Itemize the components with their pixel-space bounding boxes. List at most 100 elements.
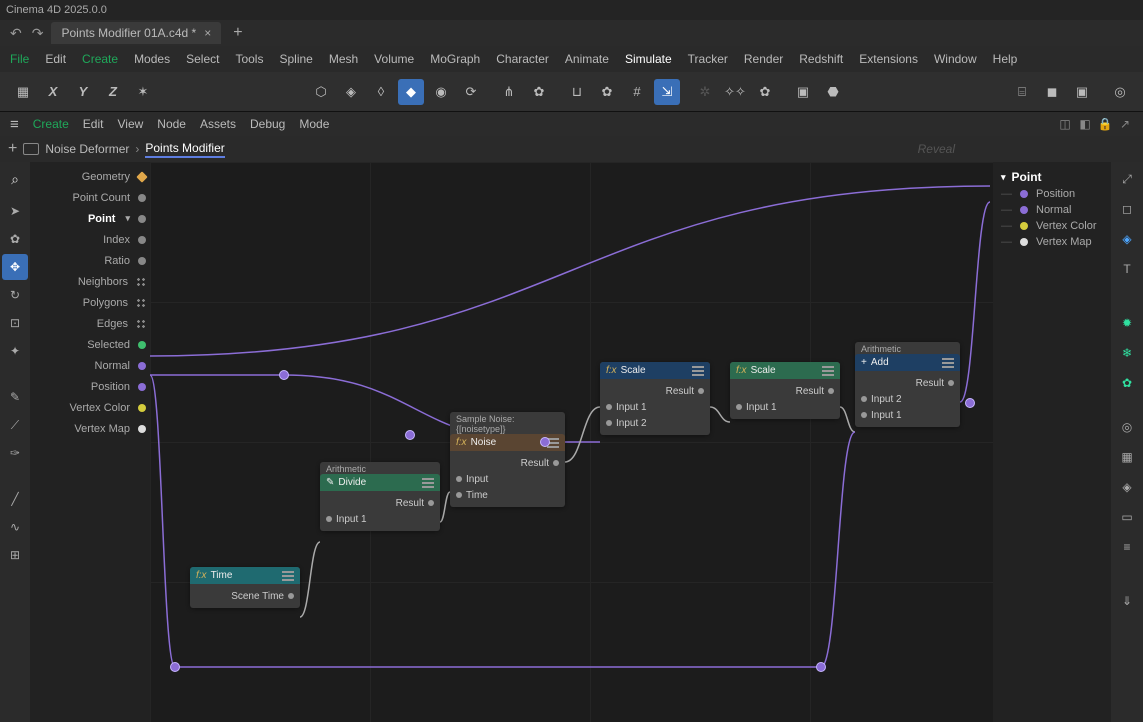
gear-right-icon[interactable]: ✿	[1114, 370, 1140, 396]
menu-redshift[interactable]: Redshift	[799, 52, 843, 66]
output-group-header[interactable]: ▾ Point	[993, 168, 1111, 186]
menu-create[interactable]: Create	[82, 52, 118, 66]
magnet-icon[interactable]: ⊔	[564, 79, 590, 105]
clip-icon[interactable]: ▭	[1114, 504, 1140, 530]
add-icon[interactable]: +	[8, 140, 17, 158]
axis-y[interactable]: Y	[70, 79, 96, 105]
editor-menu-assets[interactable]: Assets	[200, 117, 236, 131]
butterfly-icon[interactable]: ✧✧	[722, 79, 748, 105]
input-port-row[interactable]: Vertex Color	[30, 397, 150, 418]
editor-menu-mode[interactable]: Mode	[299, 117, 329, 131]
pen-tool-icon[interactable]: ✎	[2, 384, 28, 410]
menu-render[interactable]: Render	[744, 52, 783, 66]
sculpt-tool-icon[interactable]: ✑	[2, 440, 28, 466]
menu-animate[interactable]: Animate	[565, 52, 609, 66]
gear-icon[interactable]: ✿	[526, 79, 552, 105]
node-menu-icon[interactable]	[422, 478, 434, 488]
shape-icon[interactable]: ◊	[368, 79, 394, 105]
expand-icon[interactable]: ⤢	[1114, 166, 1140, 192]
panel-icon-1[interactable]: ◫	[1057, 116, 1073, 132]
panel-icon-2[interactable]: ◧	[1077, 116, 1093, 132]
brush-tool-icon[interactable]: ⟋	[2, 412, 28, 438]
menu-mesh[interactable]: Mesh	[329, 52, 358, 66]
arrow-tool-icon[interactable]: ➤	[2, 198, 28, 224]
wire-junction[interactable]	[965, 398, 975, 408]
input-port-row[interactable]: Edges	[30, 313, 150, 334]
node-scale1[interactable]: f:xScaleResultInput 1Input 2	[600, 362, 710, 435]
menu-edit[interactable]: Edit	[45, 52, 66, 66]
menu-tracker[interactable]: Tracker	[688, 52, 728, 66]
popout-icon[interactable]: ↗	[1117, 116, 1133, 132]
output-port-row[interactable]: —Position	[993, 186, 1111, 202]
refresh-icon[interactable]: ⟳	[458, 79, 484, 105]
tag-icon[interactable]	[23, 143, 39, 155]
disc-icon[interactable]: ◉	[428, 79, 454, 105]
editor-menu-create[interactable]: Create	[33, 117, 69, 131]
breadcrumb-root[interactable]: Noise Deformer	[45, 142, 129, 156]
target-icon[interactable]: ◎	[1114, 414, 1140, 440]
editor-menu-debug[interactable]: Debug	[250, 117, 285, 131]
input-port-row[interactable]: Position	[30, 376, 150, 397]
menu-tools[interactable]: Tools	[235, 52, 263, 66]
reveal-input[interactable]: Reveal	[918, 142, 1135, 156]
menu-extensions[interactable]: Extensions	[859, 52, 918, 66]
hamburger-icon[interactable]: ≡	[10, 116, 19, 133]
axis-all-icon[interactable]: ✶	[130, 79, 156, 105]
node-header[interactable]: +Add	[855, 354, 960, 371]
node-add[interactable]: Arithmetic+AddResultInput 2Input 1	[855, 342, 960, 427]
node-header[interactable]: f:xScale	[600, 362, 710, 379]
grid-tool-icon[interactable]: ⊞	[2, 542, 28, 568]
editor-menu-edit[interactable]: Edit	[83, 117, 104, 131]
link-icon[interactable]: ◈	[1114, 474, 1140, 500]
input-port-row[interactable]: Normal	[30, 355, 150, 376]
snap-icon[interactable]: ⇲	[654, 79, 680, 105]
new-tab-button[interactable]: +	[227, 24, 248, 42]
cube-shelf-icon[interactable]: ◈	[1114, 226, 1140, 252]
axis-z[interactable]: Z	[100, 79, 126, 105]
input-port-row[interactable]: Point▾	[30, 208, 150, 229]
down-icon[interactable]: ⇓	[1114, 588, 1140, 614]
layout-icon[interactable]: ▦	[10, 79, 36, 105]
wire-junction[interactable]	[540, 437, 550, 447]
node-menu-icon[interactable]	[282, 571, 294, 581]
input-port-row[interactable]: Ratio	[30, 250, 150, 271]
snap-gear-icon[interactable]: ✿	[594, 79, 620, 105]
spread-icon[interactable]: ⋔	[496, 79, 522, 105]
document-tab[interactable]: Points Modifier 01A.c4d * ×	[51, 22, 221, 44]
render-icon[interactable]: ▣	[790, 79, 816, 105]
transform-tool-icon[interactable]: ✦	[2, 338, 28, 364]
keys-icon[interactable]: ◼	[1039, 79, 1065, 105]
snow-icon[interactable]: ❄	[1114, 340, 1140, 366]
axis-x[interactable]: X	[40, 79, 66, 105]
input-port-row[interactable]: Polygons	[30, 292, 150, 313]
gear-tool-icon[interactable]: ✿	[2, 226, 28, 252]
node-divide[interactable]: Arithmetic✎DivideResultInput 1	[320, 462, 440, 531]
knife-tool-icon[interactable]: ╱	[2, 486, 28, 512]
menu-volume[interactable]: Volume	[374, 52, 414, 66]
symm-gear-icon[interactable]: ✿	[752, 79, 778, 105]
search-icon[interactable]: ⌕	[2, 166, 28, 192]
record-icon[interactable]: ▣	[1069, 79, 1095, 105]
input-port-row[interactable]: Neighbors	[30, 271, 150, 292]
menu-simulate[interactable]: Simulate	[625, 52, 672, 66]
menu-modes[interactable]: Modes	[134, 52, 170, 66]
wire-junction[interactable]	[279, 370, 289, 380]
panel-square-icon[interactable]: ◻	[1114, 196, 1140, 222]
input-port-row[interactable]: Vertex Map	[30, 418, 150, 439]
breadcrumb-current[interactable]: Points Modifier	[145, 141, 224, 158]
input-port-row[interactable]: Index	[30, 229, 150, 250]
move-tool-icon[interactable]: ✥	[2, 254, 28, 280]
redo-icon[interactable]: ↷	[30, 25, 46, 42]
input-port-row[interactable]: Point Count	[30, 187, 150, 208]
node-header[interactable]: f:xScale	[730, 362, 840, 379]
menu-select[interactable]: Select	[186, 52, 219, 66]
wire-junction[interactable]	[170, 662, 180, 672]
render-settings-icon[interactable]: ⬣	[820, 79, 846, 105]
input-port-row[interactable]: Selected	[30, 334, 150, 355]
menu-spline[interactable]: Spline	[279, 52, 312, 66]
editor-menu-view[interactable]: View	[117, 117, 143, 131]
hex-icon[interactable]: ⬡	[308, 79, 334, 105]
globe-icon[interactable]: ◎	[1107, 79, 1133, 105]
wire-junction[interactable]	[405, 430, 415, 440]
output-port-row[interactable]: —Vertex Color	[993, 218, 1111, 234]
